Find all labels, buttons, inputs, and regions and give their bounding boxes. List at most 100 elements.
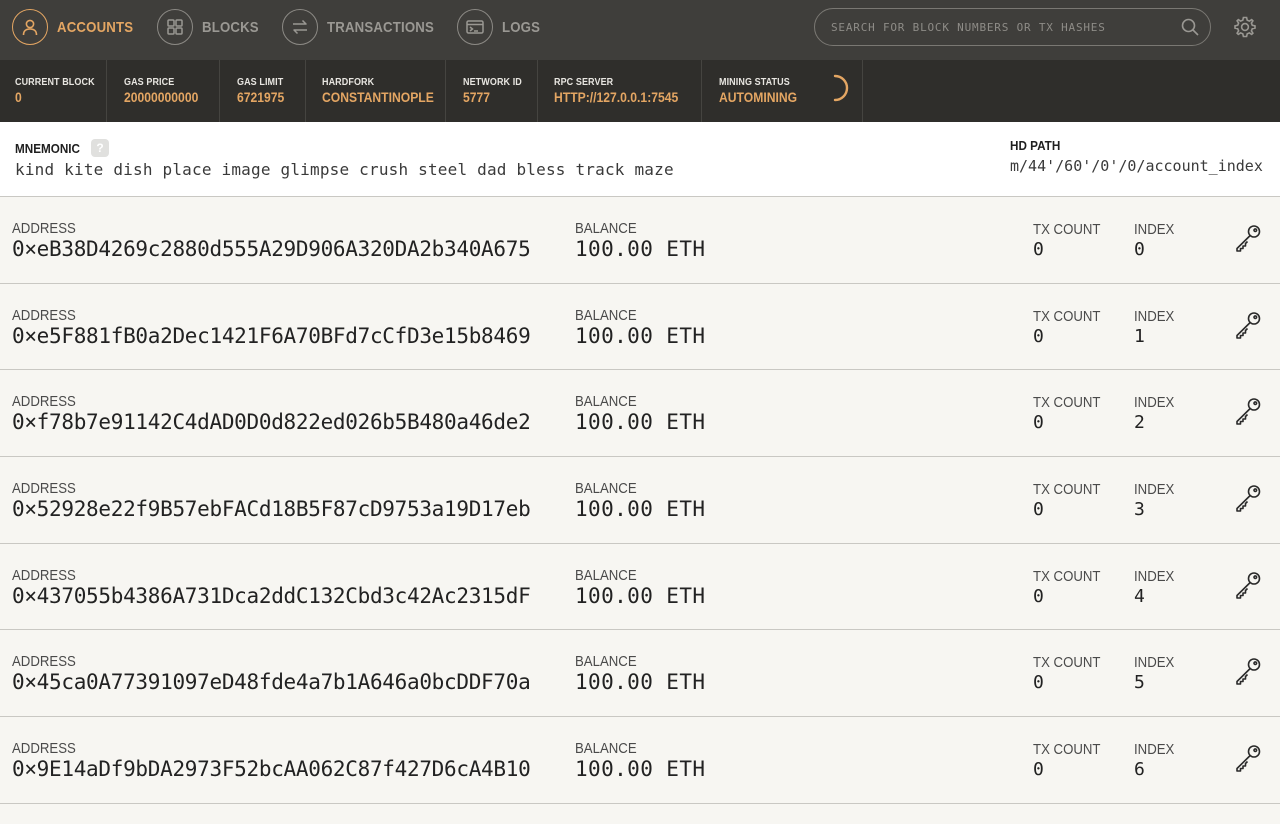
status-value: 0: [15, 90, 22, 105]
address-label: ADDRESS: [12, 220, 76, 237]
status-label: NETWORK ID: [463, 77, 522, 88]
account-row: ADDRESS 0×f78b7e91142C4dAD0D0d822ed026b5…: [0, 370, 1280, 458]
account-row: ADDRESS 0×9E14aDf9bDA2973F52bcAA062C87f4…: [0, 717, 1280, 804]
tx-count-value: 0: [1033, 759, 1044, 781]
mining-spinner-icon: [825, 74, 849, 107]
address-value: 0×eB38D4269c2880d555A29D906A320DA2b340A6…: [12, 237, 531, 261]
tx-count-label: TX COUNT: [1033, 567, 1101, 585]
nav-tab-label: BLOCKS: [202, 18, 259, 36]
balance-value: 100.00 ETH: [575, 583, 706, 608]
address-value: 0×e5F881fB0a2Dec1421F6A70BFd7cCfD3e15b84…: [12, 323, 531, 348]
tx-count-value: 0: [1033, 239, 1044, 260]
status-value: 20000000000: [124, 90, 199, 105]
search-input[interactable]: [829, 19, 1210, 35]
index-value: 1: [1134, 325, 1145, 347]
tx-count-label: TX COUNT: [1033, 481, 1101, 499]
index-value: 4: [1134, 585, 1145, 607]
status-gas-limit: GAS LIMIT 6721975: [222, 60, 306, 122]
nav-tab-label: LOGS: [502, 18, 541, 36]
status-hardfork: HARDFORK CONSTANTINOPLE: [307, 60, 446, 122]
account-row: ADDRESS 0×45ca0A77391097eD48fde4a7b1A646…: [0, 630, 1280, 718]
address-value: 0×9E14aDf9bDA2973F52bcAA062C87f427D6cA4B…: [12, 757, 531, 782]
balance-label: BALANCE: [575, 306, 637, 324]
user-icon: [12, 9, 48, 45]
status-label: GAS PRICE: [124, 77, 175, 88]
key-icon[interactable]: [1233, 743, 1263, 778]
key-icon[interactable]: [1233, 310, 1263, 345]
account-list: ADDRESS 0×eB38D4269c2880d555A29D906A320D…: [0, 197, 1280, 804]
tx-count-value: 0: [1033, 325, 1044, 347]
address-label: ADDRESS: [12, 566, 76, 584]
mnemonic-panel: MNEMONIC ? kind kite dish place image gl…: [0, 122, 1280, 197]
tx-count-value: 0: [1033, 412, 1044, 434]
index-label: INDEX: [1134, 221, 1175, 238]
nav-tab-transactions[interactable]: TRANSACTIONS: [282, 0, 449, 54]
balance-label: BALANCE: [575, 393, 637, 411]
tx-count-value: 0: [1033, 499, 1044, 521]
gear-icon[interactable]: [1232, 14, 1258, 45]
search-icon[interactable]: [1180, 17, 1200, 42]
index-label: INDEX: [1134, 654, 1175, 672]
mnemonic-words: kind kite dish place image glimpse crush…: [15, 160, 674, 179]
status-value: 5777: [463, 90, 491, 105]
index-value: 0: [1134, 239, 1145, 260]
address-label: ADDRESS: [12, 480, 76, 498]
address-label: ADDRESS: [12, 653, 76, 671]
tx-count-label: TX COUNT: [1033, 741, 1101, 759]
index-value: 6: [1134, 759, 1145, 781]
address-label: ADDRESS: [12, 393, 76, 411]
status-gas-price: GAS PRICE 20000000000: [109, 60, 220, 122]
address-value: 0×437055b4386A731Dca2ddC132Cbd3c42Ac2315…: [12, 583, 531, 608]
status-label: GAS LIMIT: [237, 77, 284, 88]
balance-label: BALANCE: [575, 740, 637, 758]
status-value: HTTP://127.0.0.1:7545: [554, 90, 679, 105]
hd-path-label: HD PATH: [1010, 138, 1061, 153]
balance-label: BALANCE: [575, 566, 637, 584]
help-icon[interactable]: ?: [91, 139, 109, 157]
status-value: 6721975: [237, 90, 285, 105]
status-label: HARDFORK: [322, 77, 375, 88]
blocks-icon: [157, 9, 193, 45]
tx-count-label: TX COUNT: [1033, 654, 1101, 672]
key-icon[interactable]: [1233, 656, 1263, 691]
tx-count-value: 0: [1033, 585, 1044, 607]
balance-value: 100.00 ETH: [575, 237, 706, 261]
account-row: ADDRESS 0×eB38D4269c2880d555A29D906A320D…: [0, 197, 1280, 284]
index-value: 5: [1134, 672, 1145, 694]
index-label: INDEX: [1134, 567, 1175, 585]
address-value: 0×f78b7e91142C4dAD0D0d822ed026b5B480a46d…: [12, 410, 531, 435]
address-label: ADDRESS: [12, 306, 76, 324]
address-value: 0×45ca0A77391097eD48fde4a7b1A646a0bcDDF7…: [12, 670, 531, 695]
balance-label: BALANCE: [575, 480, 637, 498]
transfer-icon: [282, 9, 318, 45]
hd-path-value: m/44'/60'/0'/0/account_index: [1010, 157, 1263, 175]
key-icon[interactable]: [1233, 570, 1263, 605]
nav-tab-label: ACCOUNTS: [57, 18, 134, 36]
terminal-icon: [457, 9, 493, 45]
status-network-id: NETWORK ID 5777: [448, 60, 538, 122]
key-icon[interactable]: [1233, 483, 1263, 518]
balance-value: 100.00 ETH: [575, 410, 706, 435]
address-value: 0×52928e22f9B57ebFACd18B5F87cD9753a19D17…: [12, 497, 531, 522]
status-label: RPC SERVER: [554, 77, 614, 88]
status-label: CURRENT BLOCK: [15, 77, 95, 88]
nav-tab-logs[interactable]: LOGS: [457, 0, 545, 54]
key-icon[interactable]: [1233, 223, 1263, 258]
tx-count-value: 0: [1033, 672, 1044, 694]
nav-tab-blocks[interactable]: BLOCKS: [157, 0, 267, 54]
account-row: ADDRESS 0×e5F881fB0a2Dec1421F6A70BFd7cCf…: [0, 283, 1280, 371]
index-label: INDEX: [1134, 394, 1175, 412]
index-label: INDEX: [1134, 307, 1175, 325]
address-label: ADDRESS: [12, 740, 76, 758]
account-row: ADDRESS 0×52928e22f9B57ebFACd18B5F87cD97…: [0, 457, 1280, 544]
status-rpc-server: RPC SERVER HTTP://127.0.0.1:7545: [539, 60, 702, 122]
index-label: INDEX: [1134, 481, 1175, 499]
balance-value: 100.00 ETH: [575, 497, 706, 522]
status-value: CONSTANTINOPLE: [322, 90, 434, 105]
mnemonic-label: MNEMONIC: [15, 141, 80, 156]
nav-tab-accounts[interactable]: ACCOUNTS: [12, 0, 144, 54]
status-bar: CURRENT BLOCK 0 GAS PRICE 20000000000 GA…: [0, 60, 1280, 122]
tx-count-label: TX COUNT: [1033, 394, 1101, 412]
key-icon[interactable]: [1233, 396, 1263, 431]
index-label: INDEX: [1134, 741, 1175, 759]
